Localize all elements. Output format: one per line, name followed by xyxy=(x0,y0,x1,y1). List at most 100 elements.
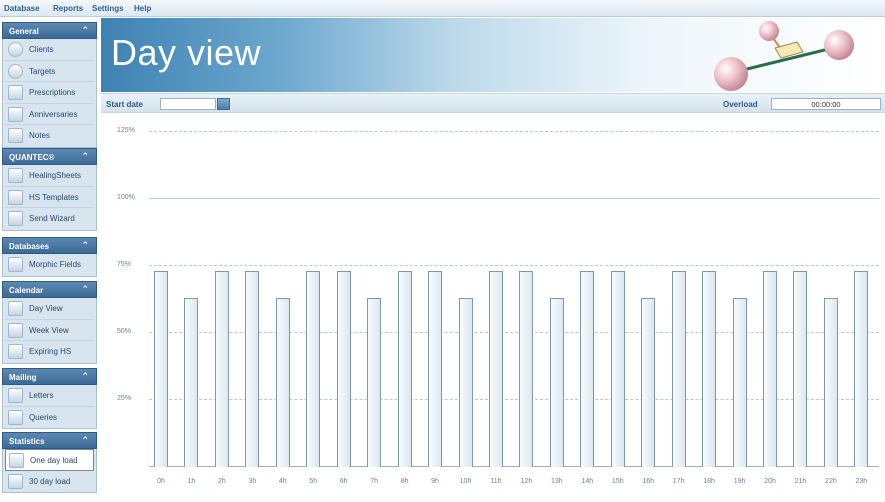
menu-help[interactable]: Help xyxy=(134,4,151,13)
x-tick-label: 14h xyxy=(581,478,594,485)
menu-database[interactable]: Database xyxy=(4,4,40,13)
sidebar-group-quantec: QUANTEC® ⌃ HealingSheets HS Templates Se… xyxy=(2,148,97,231)
x-tick-label: 1h xyxy=(187,478,196,485)
group-header-general[interactable]: General ⌃ xyxy=(2,22,97,39)
sidebar-item-expiring-hs[interactable]: Expiring HS xyxy=(5,341,94,363)
x-tick-label: 13h xyxy=(551,478,563,485)
chart-bar xyxy=(823,298,838,467)
chart-bar xyxy=(732,298,747,467)
sidebar-item-healingsheets[interactable]: HealingSheets xyxy=(5,165,94,187)
y-tick-label: 50% xyxy=(117,328,132,335)
group-title: Statistics xyxy=(9,437,45,446)
chart-bar xyxy=(306,271,321,467)
start-date-input[interactable] xyxy=(160,98,216,110)
one-day-load-icon xyxy=(9,453,24,468)
sidebar-item-week-view[interactable]: Week View xyxy=(5,320,94,341)
sidebar-item-day-view[interactable]: Day View xyxy=(5,298,94,320)
sidebar-item-label: 30 day load xyxy=(29,476,71,486)
chart-bar xyxy=(580,271,595,467)
group-header-statistics[interactable]: Statistics ⌃ xyxy=(2,432,97,449)
group-title: Calendar xyxy=(9,286,44,295)
group-title: General xyxy=(9,27,39,36)
group-header-calendar[interactable]: Calendar ⌃ xyxy=(2,281,97,298)
x-tick-label: 8h xyxy=(400,478,409,485)
menu-bar: Database Reports Settings Help xyxy=(0,0,885,17)
group-header-databases[interactable]: Databases ⌃ xyxy=(2,237,97,254)
chart-bar xyxy=(671,271,686,467)
x-tick-label: 10h xyxy=(459,478,472,485)
chart-bar xyxy=(397,271,412,467)
x-tick-label: 4h xyxy=(278,478,287,485)
x-tick-label: 6h xyxy=(339,478,348,485)
chart-bar xyxy=(854,271,869,467)
chart-bar xyxy=(275,298,290,467)
x-tick-label: 9h xyxy=(431,478,439,485)
chart-bar xyxy=(702,271,717,467)
sidebar-item-label: Morphic Fields xyxy=(29,260,82,269)
double-chevron-up-icon[interactable]: ⌃ xyxy=(81,152,89,161)
sidebar-item-targets[interactable]: Targets xyxy=(5,61,94,82)
sidebar-item-label: Clients xyxy=(29,45,54,54)
overload-field[interactable]: 00:00:00 xyxy=(771,98,881,110)
x-tick-label: 18h xyxy=(703,478,715,485)
gridline xyxy=(149,198,879,199)
sidebar-item-label: Send Wizard xyxy=(29,214,75,223)
menu-settings[interactable]: Settings xyxy=(92,4,124,13)
chart-bar xyxy=(458,298,473,467)
x-tick-label: 11h xyxy=(490,478,502,485)
double-chevron-up-icon[interactable]: ⌃ xyxy=(81,372,89,381)
expiring-hs-icon xyxy=(8,344,23,359)
menu-reports[interactable]: Reports xyxy=(53,4,83,13)
y-tick-label: 125% xyxy=(117,127,135,134)
prescriptions-icon xyxy=(8,85,23,100)
x-tick-label: 15h xyxy=(611,478,624,485)
calendar-icon[interactable] xyxy=(217,98,230,110)
sidebar-group-mailing: Mailing ⌃ Letters Queries xyxy=(2,368,97,429)
sidebar-item-clients[interactable]: Clients xyxy=(5,39,94,61)
chart-bar xyxy=(184,298,199,467)
sidebar-item-queries[interactable]: Queries xyxy=(5,407,94,429)
chart-bar xyxy=(763,271,777,467)
double-chevron-up-icon[interactable]: ⌃ xyxy=(81,241,89,250)
double-chevron-up-icon[interactable]: ⌃ xyxy=(81,26,89,35)
overload-label: Overload xyxy=(723,100,758,109)
sidebar-item-label: Queries xyxy=(29,412,58,422)
sidebar-item-label: Prescriptions xyxy=(29,88,76,97)
group-header-quantec[interactable]: QUANTEC® ⌃ xyxy=(2,148,97,165)
sidebar-item-label: Notes xyxy=(29,131,50,140)
sidebar-item-anniversaries[interactable]: Anniversaries xyxy=(5,104,94,125)
group-header-mailing[interactable]: Mailing ⌃ xyxy=(2,368,97,385)
chart-bar xyxy=(245,271,260,467)
sidebar-item-label: Anniversaries xyxy=(29,109,78,119)
sidebar-item-notes[interactable]: Notes xyxy=(5,125,94,147)
x-tick-label: 5h xyxy=(309,478,318,485)
sidebar-item-30-day-load[interactable]: 30 day load xyxy=(5,471,94,493)
sidebar-item-label: HS Templates xyxy=(29,192,79,202)
sidebar-item-one-day-load[interactable]: One day load xyxy=(5,449,94,471)
x-tick-label: 17h xyxy=(672,478,685,485)
sidebar-item-label: Day View xyxy=(29,304,63,313)
day-view-icon xyxy=(8,301,23,316)
double-chevron-up-icon[interactable]: ⌃ xyxy=(81,285,89,294)
sidebar-group-calendar: Calendar ⌃ Day View Week View Expiring H… xyxy=(2,281,97,364)
sidebar-item-send-wizard[interactable]: Send Wizard xyxy=(5,208,94,230)
group-title: Mailing xyxy=(9,373,37,382)
group-title: QUANTEC® xyxy=(9,153,55,162)
x-tick-label: 7h xyxy=(370,478,379,485)
double-chevron-up-icon[interactable]: ⌃ xyxy=(81,436,89,445)
sidebar-item-letters[interactable]: Letters xyxy=(5,385,94,407)
sidebar-item-hs-templates[interactable]: HS Templates xyxy=(5,187,94,208)
healingsheets-icon xyxy=(8,168,23,183)
page-title: Day view xyxy=(111,32,262,73)
queries-icon xyxy=(8,409,23,425)
hs-templates-icon xyxy=(8,189,23,205)
x-tick-label: 16h xyxy=(642,478,655,485)
thirty-day-load-icon xyxy=(8,473,23,489)
chart-bar xyxy=(214,271,229,467)
notes-icon xyxy=(8,128,23,143)
morphic-fields-icon xyxy=(8,257,23,272)
x-tick-label: 0h xyxy=(157,478,165,485)
sidebar-item-morphic-fields[interactable]: Morphic Fields xyxy=(5,254,94,276)
clients-icon xyxy=(8,42,23,57)
sidebar-item-prescriptions[interactable]: Prescriptions xyxy=(5,82,94,104)
